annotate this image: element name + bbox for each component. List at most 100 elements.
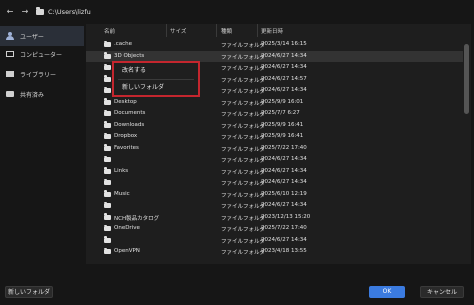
folder-icon [104,247,111,254]
file-date: 2023/4/18 13:55 [261,248,307,254]
context-rename[interactable]: 改名する [114,63,198,79]
sidebar-item-user[interactable]: ユーザー [0,26,84,46]
file-name: NCH製品カタログ [114,215,160,222]
file-date: 2024/6/27 14:34 [261,64,307,70]
file-date: 2024/6/27 14:34 [261,236,307,243]
shared-icon [6,91,14,97]
folder-icon [104,121,111,128]
table-row[interactable]: NCH製品カタログ ファイルフォルダ 2023/12/13 15:20 [86,212,463,224]
table-row[interactable]: OpenVPN ファイルフォルダ 2023/4/18 13:55 [86,246,463,258]
file-name: Links [114,167,129,174]
column-size[interactable]: サイズ [170,27,186,35]
table-row[interactable]: ファイルフォルダ 2024/6/27 14:34 [86,235,463,247]
file-date: 2025/3/14 16:15 [261,41,307,47]
file-list: 名前 サイズ 種類 更新日時 .cache ファイルフォルダ 2025/3/14 1… [86,24,463,264]
scroll-thumb[interactable] [464,44,469,114]
address-bar[interactable]: C:\Users\lizfu [36,5,463,19]
file-date: 2025/7/22 17:40 [261,225,307,231]
library-icon [6,71,14,77]
list-header: 名前 サイズ 種類 更新日時 [86,24,463,37]
table-row[interactable]: ファイルフォルダ 2024/6/27 14:34 [86,177,463,189]
table-row[interactable]: Documents ファイルフォルダ 2025/7/7 6:27 [86,108,463,120]
folder-icon [104,63,111,70]
table-row[interactable]: Downloads ファイルフォルダ 2025/9/9 16:41 [86,120,463,132]
sidebar-item-label: コンピューター [20,51,63,59]
file-type: ファイルフォルダ [221,54,266,61]
file-date: 2025/6/10 12:19 [261,190,307,197]
file-type: ファイルフォルダ [221,181,266,187]
folder-icon [104,201,111,208]
file-name: OneDrive [114,225,140,231]
context-menu: 改名する 新しいフォルダ [112,61,200,97]
column-date[interactable]: 更新日時 [261,27,283,35]
table-row[interactable]: OneDrive ファイルフォルダ 2025/7/22 17:40 [86,223,463,235]
folder-icon [104,190,111,197]
file-type: ファイルフォルダ [221,215,266,222]
table-row[interactable]: Music ファイルフォルダ 2025/6/10 12:19 [86,189,463,201]
vertical-scrollbar[interactable] [463,24,471,264]
bottom-bar: 新しいフォルダ OK キャンセル [0,278,474,305]
file-name: .cache [114,41,133,47]
user-icon [6,32,14,40]
address-path: C:\Users\lizfu [48,8,91,16]
table-row[interactable]: ファイルフォルダ 2024/6/27 14:34 [86,200,463,212]
file-name: Documents [114,110,146,116]
file-type: ファイルフォルダ [221,250,266,256]
table-row[interactable]: Links ファイルフォルダ 2024/6/27 14:34 [86,166,463,178]
file-date: 2025/7/7 6:27 [261,110,300,116]
file-type: ファイルフォルダ [221,146,266,153]
new-folder-button[interactable]: 新しいフォルダ [5,286,53,298]
table-row[interactable]: .cache ファイルフォルダ 2025/3/14 16:15 [86,39,463,51]
folder-icon [104,178,111,185]
file-type: ファイルフォルダ [221,169,266,176]
context-new-folder[interactable]: 新しいフォルダ [114,80,198,96]
folder-icon [104,213,111,220]
folder-icon [104,236,111,243]
file-type: ファイルフォルダ [221,89,266,95]
file-date: 2024/6/27 14:34 [261,202,307,208]
file-type: ファイルフォルダ [221,192,266,199]
file-date: 2024/6/27 14:34 [261,179,307,185]
file-type: ファイルフォルダ [221,158,266,164]
folder-icon [104,98,111,105]
sidebar-item-library[interactable]: ライブラリー [0,64,84,84]
file-date: 2025/9/9 16:41 [261,121,304,128]
column-divider[interactable] [216,24,217,37]
folder-icon [104,52,111,59]
ok-button[interactable]: OK [369,286,405,298]
cancel-button[interactable]: キャンセル [420,286,464,298]
file-name: Desktop [114,98,137,105]
file-name: OpenVPN [114,248,140,254]
file-date: 2025/9/9 16:41 [261,133,304,139]
table-row[interactable]: ファイルフォルダ 2024/6/27 14:34 [86,154,463,166]
file-date: 2023/12/13 15:20 [261,213,311,220]
file-name: Dropbox [114,133,138,139]
file-date: 2024/6/27 14:34 [261,87,307,93]
column-divider[interactable] [166,24,167,37]
file-date: 2024/6/27 14:34 [261,167,307,174]
table-row[interactable]: Dropbox ファイルフォルダ 2025/9/9 16:41 [86,131,463,143]
back-arrow-icon[interactable]: ← [4,6,16,18]
folder-icon [104,155,111,162]
file-date: 2025/7/22 17:40 [261,144,307,151]
folder-icon [104,224,111,231]
table-row[interactable]: Desktop ファイルフォルダ 2025/9/9 16:01 [86,97,463,109]
file-type: ファイルフォルダ [221,77,266,84]
table-row[interactable]: Favorites ファイルフォルダ 2025/7/22 17:40 [86,143,463,155]
file-date: 2024/6/27 14:34 [261,52,307,59]
file-name: 3D Objects [114,52,145,59]
file-name: Downloads [114,121,145,128]
forward-arrow-icon[interactable]: → [19,6,31,18]
column-divider[interactable] [257,24,258,37]
column-type[interactable]: 種類 [221,27,232,35]
sidebar-item-computer[interactable]: コンピューター [0,44,84,64]
file-type: ファイルフォルダ [221,43,266,49]
file-type: ファイルフォルダ [221,66,266,72]
file-type: ファイルフォルダ [221,238,266,245]
file-date: 2025/9/9 16:01 [261,98,304,105]
file-date: 2024/6/27 14:34 [261,156,307,162]
column-name[interactable]: 名前 [104,27,115,35]
sidebar-item-shared[interactable]: 共有済み [0,84,84,104]
folder-icon [104,109,111,116]
folder-icon [104,167,111,174]
